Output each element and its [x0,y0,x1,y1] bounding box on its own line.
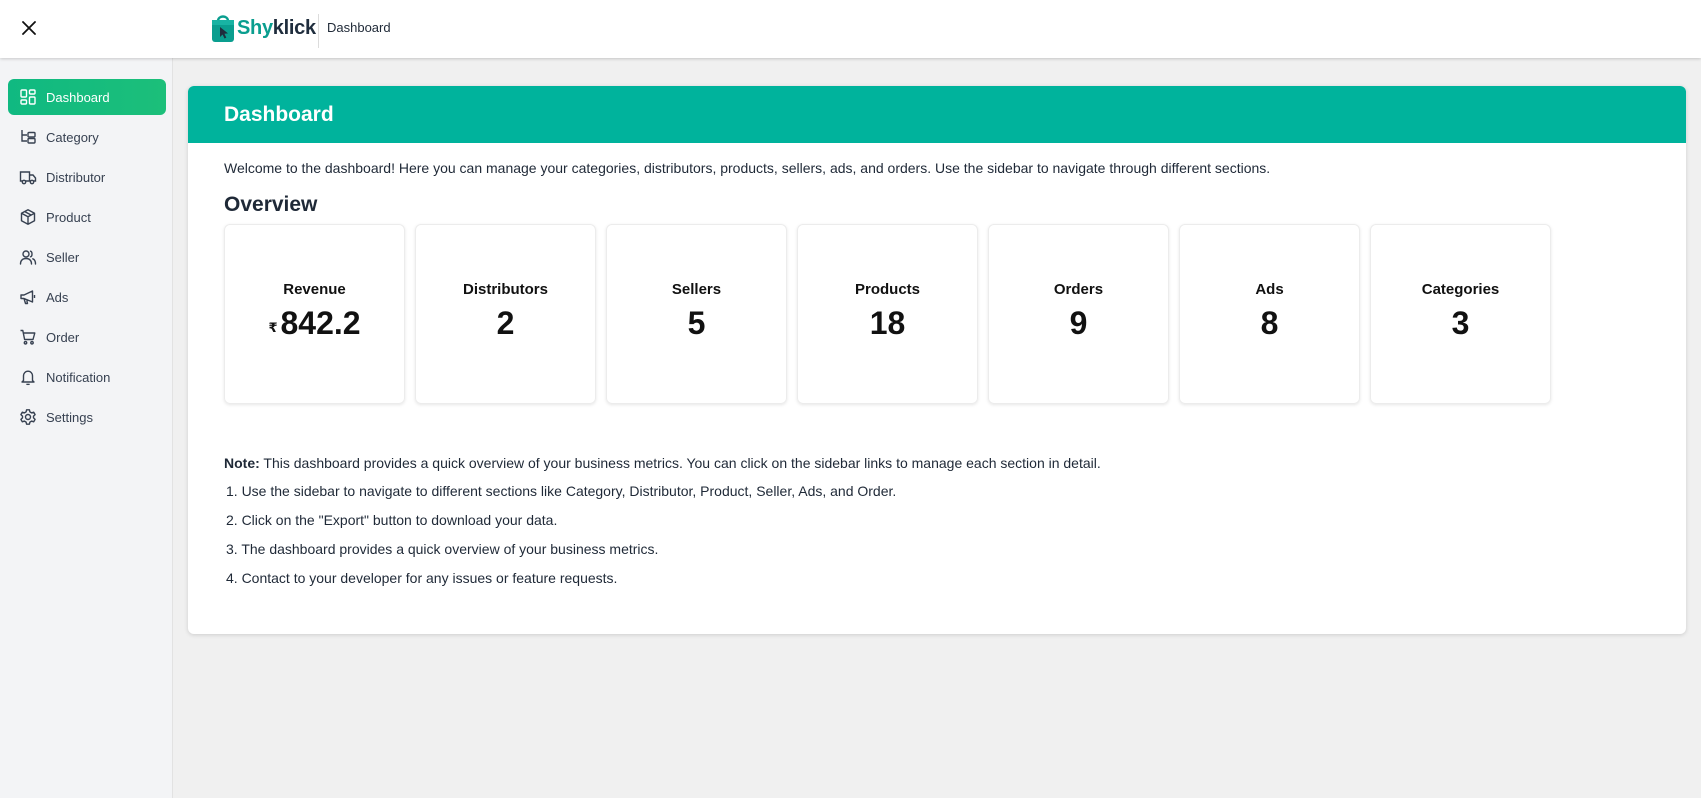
note-body: This dashboard provides a quick overview… [259,455,1101,471]
rupee-currency-symbol: ₹ [268,319,278,335]
welcome-text: Welcome to the dashboard! Here you can m… [224,160,1271,176]
stat-label: Ads [1255,280,1284,298]
page-title: Dashboard [224,102,334,126]
sidebar-item-label: Product [46,209,91,225]
stat-card-ads: Ads 8 [1179,224,1360,404]
sidebar-item-distributor[interactable]: Distributor [8,159,166,195]
breadcrumb: Dashboard [327,20,391,35]
bell-icon [19,368,37,386]
stat-label: Distributors [462,280,548,298]
note-label: Note: [224,455,260,471]
stat-value: 9 [1069,304,1088,341]
sidebar-item-label: Settings [46,409,93,425]
stat-value: 18 [869,304,906,341]
top-header: Shyklick Dashboard [0,0,1701,58]
stat-card-orders: Orders 9 [988,224,1169,404]
stats-row: Revenue ₹ 842.2 Distributors 2 Sellers 5… [224,224,1561,404]
sidebar-item-label: Order [46,329,80,345]
category-tree-icon [19,128,37,146]
list-item: 3. The dashboard provides a quick overvi… [226,541,659,557]
sidebar-item-product[interactable]: Product [8,199,166,235]
stat-value: 3 [1451,304,1470,341]
list-item: 2. Click on the "Export" button to downl… [226,512,558,528]
sidebar-item-category[interactable]: Category [8,119,166,155]
stat-card-revenue: Revenue ₹ 842.2 [224,224,405,404]
brand-logo-link[interactable]: Shyklick [210,11,316,45]
megaphone-icon [19,288,37,306]
shopping-bag-logo-icon [212,15,234,42]
sidebar-item-settings[interactable]: Settings [8,399,166,435]
sidebar-item-notification[interactable]: Notification [8,359,166,395]
stat-number: 842.2 [280,304,361,341]
stat-label: Products [854,280,920,298]
list-item: 4. Contact to your developer for any iss… [226,570,618,586]
sidebar: Dashboard Category Distributor Product S… [0,58,173,798]
gear-icon [19,408,37,426]
stat-card-sellers: Sellers 5 [606,224,787,404]
stat-card-categories: Categories 3 [1370,224,1551,404]
cart-icon [19,328,37,346]
sidebar-item-label: Distributor [46,169,106,185]
sidebar-item-label: Category [46,129,99,145]
dashboard-grid-icon [19,88,37,106]
stat-value: 5 [687,304,706,341]
instructions-list: 1. Use the sidebar to navigate to differ… [226,483,896,599]
note-text: Note: This dashboard provides a quick ov… [224,455,1101,471]
close-icon [22,21,36,35]
users-icon [19,248,37,266]
truck-icon [19,168,37,186]
stat-card-distributors: Distributors 2 [415,224,596,404]
sidebar-nav: Dashboard Category Distributor Product S… [8,79,166,439]
brand-name: Shyklick [237,16,316,39]
stat-label: Revenue [283,280,346,298]
close-sidebar-button[interactable] [16,15,42,41]
overview-heading: Overview [224,193,318,216]
sidebar-item-label: Notification [46,369,111,385]
sidebar-item-seller[interactable]: Seller [8,239,166,275]
sidebar-item-dashboard[interactable]: Dashboard [8,79,166,115]
sidebar-item-label: Ads [46,289,69,305]
stat-label: Orders [1053,280,1104,298]
dashboard-card: Dashboard Welcome to the dashboard! Here… [188,86,1686,634]
sidebar-item-order[interactable]: Order [8,319,166,355]
stat-card-products: Products 18 [797,224,978,404]
sidebar-item-label: Dashboard [46,89,110,105]
card-header: Dashboard [188,86,1686,143]
list-item: 1. Use the sidebar to navigate to differ… [226,483,897,499]
sidebar-item-ads[interactable]: Ads [8,279,166,315]
sidebar-item-label: Seller [46,249,80,265]
stat-label: Sellers [671,280,722,298]
stat-value: ₹ 842.2 [268,305,360,342]
box-icon [19,208,37,226]
stat-value: 2 [496,304,515,341]
stat-label: Categories [1421,280,1500,298]
header-divider [318,14,319,48]
stat-value: 8 [1260,304,1279,341]
